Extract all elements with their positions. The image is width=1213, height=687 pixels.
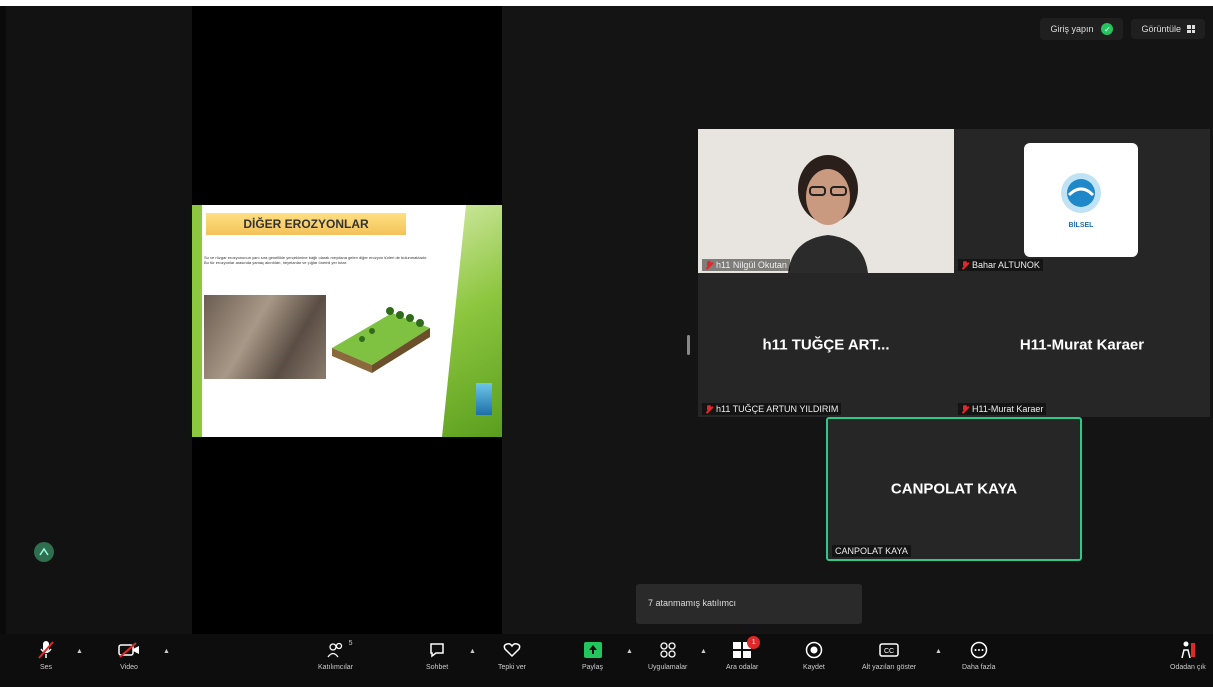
slide-right-accent [442, 205, 502, 437]
apps-button[interactable]: Uygulamalar [648, 640, 687, 671]
chat-options-chevron-icon[interactable]: ▲ [469, 648, 476, 655]
breakout-rooms-button[interactable]: 1 Ara odalar [726, 636, 761, 671]
apps-icon [659, 640, 677, 660]
more-label: Daha fazla [962, 664, 996, 671]
meeting-window: Giriş yapın ✓ Görüntüle DİĞER EROZYONLAR… [0, 0, 1213, 687]
participants-label: Katılımcılar [318, 664, 354, 671]
share-button[interactable]: Paylaş [582, 640, 603, 671]
bilsel-logo-icon: BİLSEL [1061, 173, 1101, 229]
video-tile-4[interactable]: H11-Murat Karaer H11-Murat Karaer [954, 273, 1210, 417]
react-button[interactable]: Tepki ver [498, 640, 526, 671]
video-tile-1[interactable]: h11 Nilgül Okutan [698, 129, 954, 273]
top-controls: Giriş yapın ✓ Görüntüle [1040, 18, 1205, 40]
breakout-badge: 1 [747, 636, 761, 649]
status-icon[interactable] [34, 542, 54, 562]
video-tile-active-speaker[interactable]: CANPOLAT KAYA CANPOLAT KAYA [826, 417, 1082, 561]
svg-text:CC: CC [884, 648, 894, 655]
camera-off-icon [118, 640, 140, 660]
breakout-rooms-icon: 1 [732, 636, 761, 660]
mic-muted-icon [705, 404, 713, 414]
video-label: Video [120, 664, 138, 671]
participants-button[interactable]: 5 Katılımcılar [318, 640, 353, 671]
captions-button[interactable]: CC Alt yazıları göster [862, 640, 916, 671]
audio-label: Ses [39, 664, 53, 671]
participant-name-tag: h11 TUĞÇE ARTUN YILDIRIM [702, 403, 842, 415]
heart-icon [503, 640, 521, 660]
participant-name-tag: CANPOLAT KAYA [832, 545, 911, 557]
profile-logo: BİLSEL [1024, 143, 1138, 257]
participants-count: 5 [348, 640, 353, 647]
record-button[interactable]: Kaydet [803, 640, 825, 671]
captions-icon: CC [878, 640, 900, 660]
mic-muted-icon [961, 404, 969, 414]
participant-display-name: CANPOLAT KAYA [890, 480, 1018, 498]
apps-options-chevron-icon[interactable]: ▲ [700, 648, 707, 655]
shield-check-icon: ✓ [1101, 23, 1114, 35]
react-label: Tepki ver [498, 664, 527, 671]
leave-room-label: Odadan çık [1170, 664, 1206, 671]
participant-name-tag: h11 Nilgül Okutan [702, 259, 790, 271]
login-button[interactable]: Giriş yapın ✓ [1040, 18, 1124, 40]
audio-options-chevron-icon[interactable]: ▲ [76, 648, 83, 655]
leave-room-button[interactable]: Odadan çık [1170, 640, 1206, 671]
record-icon [805, 640, 823, 660]
grid-view-icon [1187, 25, 1195, 33]
participant-display-name: h11 TUĞÇE ART... [762, 336, 890, 354]
mic-muted-icon [961, 260, 969, 270]
slide-slope-diagram [332, 307, 430, 373]
share-options-chevron-icon[interactable]: ▲ [626, 648, 633, 655]
slide-left-accent [192, 205, 202, 437]
chat-label: Sohbet [426, 664, 449, 671]
mic-muted-icon [705, 260, 713, 270]
participant-name-tag: Bahar ALTUNOK [958, 259, 1043, 271]
logo-text: BİLSEL [1069, 221, 1095, 229]
mic-muted-icon [38, 640, 54, 660]
participant-video [778, 147, 878, 273]
chat-button[interactable]: Sohbet [426, 640, 448, 671]
captions-options-chevron-icon[interactable]: ▲ [935, 648, 942, 655]
record-label: Kaydet [803, 664, 825, 671]
video-tile-3[interactable]: h11 TUĞÇE ART... h11 TUĞÇE ARTUN YILDIRI… [698, 273, 954, 417]
participant-name: h11 TUĞÇE ARTUN YILDIRIM [716, 404, 839, 414]
shared-slide: DİĞER EROZYONLAR Su ve rüzgar erozyonunu… [192, 205, 502, 437]
audio-button[interactable]: Ses [38, 640, 54, 671]
slide-erosion-photo [204, 295, 326, 379]
more-button[interactable]: Daha fazla [962, 640, 995, 671]
share-label: Paylaş [582, 664, 604, 671]
unassigned-participants-toast[interactable]: 7 atanmamış katılımcı [636, 584, 862, 624]
share-screen-icon [583, 640, 603, 660]
slide-title: DİĞER EROZYONLAR [206, 213, 406, 235]
login-label: Giriş yapın [1050, 24, 1094, 34]
captions-label: Alt yazıları göster [862, 664, 917, 671]
participant-name-tag: H11-Murat Karaer [958, 403, 1047, 415]
chat-icon [428, 640, 446, 660]
video-options-chevron-icon[interactable]: ▲ [163, 648, 170, 655]
participant-name: CANPOLAT KAYA [835, 546, 908, 556]
participants-icon: 5 [326, 640, 353, 660]
participant-name: Bahar ALTUNOK [972, 260, 1040, 270]
participant-name: H11-Murat Karaer [972, 404, 1044, 414]
more-icon [970, 640, 988, 660]
view-button[interactable]: Görüntüle [1131, 19, 1205, 39]
slide-body-text: Su ve rüzgar erozyonunun yanı sıra genel… [204, 255, 428, 265]
left-panel [6, 6, 192, 634]
participant-display-name: H11-Murat Karaer [1019, 336, 1145, 354]
gallery-resize-handle[interactable] [687, 335, 690, 355]
breakout-label: Ara odalar [726, 664, 759, 671]
leave-room-icon [1179, 640, 1197, 660]
view-label: Görüntüle [1141, 24, 1181, 34]
apps-label: Uygulamalar [648, 664, 688, 671]
meeting-toolbar: Ses ▲ Video ▲ 5 Katılımcılar Sohbet ▲ Te… [0, 634, 1213, 687]
toast-text: 7 atanmamış katılımcı [648, 598, 737, 608]
slide-logo-icon [476, 383, 492, 415]
video-tile-2[interactable]: BİLSEL Bahar ALTUNOK [954, 129, 1210, 273]
video-button[interactable]: Video [118, 640, 140, 671]
participant-name: h11 Nilgül Okutan [716, 260, 787, 270]
